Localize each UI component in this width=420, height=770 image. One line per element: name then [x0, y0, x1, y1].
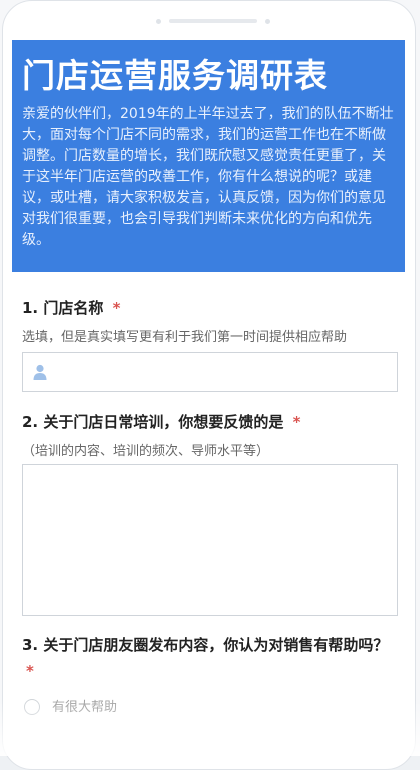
speaker-bar	[169, 19, 257, 23]
question-text: 门店名称	[43, 299, 104, 317]
question-2: 2. 关于门店日常培训，你想要反馈的是 * （培训的内容、培训的频次、导师水平等…	[22, 410, 398, 462]
survey-header: 门店运营服务调研表 亲爱的伙伴们，2019年的上半年过去了，我们的队伍不断壮大，…	[12, 40, 405, 272]
survey-title: 门店运营服务调研表	[22, 56, 328, 95]
question-number: 2.	[22, 413, 39, 431]
question-text: 关于门店日常培训，你想要反馈的是	[43, 413, 284, 431]
user-icon	[33, 364, 47, 380]
question-text: 关于门店朋友圈发布内容，你认为对销售有帮助吗？	[43, 636, 389, 654]
question-3: 3. 关于门店朋友圈发布内容，你认为对销售有帮助吗？ *	[22, 632, 400, 684]
radio-button[interactable]	[24, 699, 40, 715]
store-name-field[interactable]	[22, 352, 398, 393]
option-very-helpful[interactable]: 有很大帮助	[24, 696, 224, 720]
required-mark: *	[112, 299, 121, 317]
training-feedback-textarea[interactable]	[23, 465, 397, 615]
phone-screen: 门店运营服务调研表 亲爱的伙伴们，2019年的上半年过去了，我们的队伍不断壮大，…	[0, 0, 420, 770]
device-speaker	[153, 17, 273, 25]
required-mark: *	[26, 662, 34, 680]
question-2-title: 2. 关于门店日常培训，你想要反馈的是 *	[22, 410, 398, 434]
camera-dot	[156, 19, 161, 24]
store-name-input[interactable]	[57, 353, 391, 393]
question-1: 1. 门店名称 * 选填，但是真实填写更有利于我们第一时间提供相应帮助	[22, 296, 398, 348]
question-1-title: 1. 门店名称 *	[22, 296, 398, 320]
question-3-title: 3. 关于门店朋友圈发布内容，你认为对销售有帮助吗？ *	[22, 632, 400, 684]
option-label: 有很大帮助	[52, 700, 118, 715]
training-feedback-box[interactable]	[22, 464, 398, 616]
question-1-description: 选填，但是真实填写更有利于我们第一时间提供相应帮助	[22, 330, 348, 345]
survey-intro: 亲爱的伙伴们，2019年的上半年过去了，我们的队伍不断壮大，面对每个门店不同的需…	[22, 106, 394, 248]
question-2-description: （培训的内容、培训的频次、导师水平等）	[22, 444, 270, 459]
question-number: 1.	[22, 299, 39, 317]
required-mark: *	[292, 413, 301, 431]
question-number: 3.	[22, 636, 39, 654]
sensor-dot	[265, 19, 270, 24]
